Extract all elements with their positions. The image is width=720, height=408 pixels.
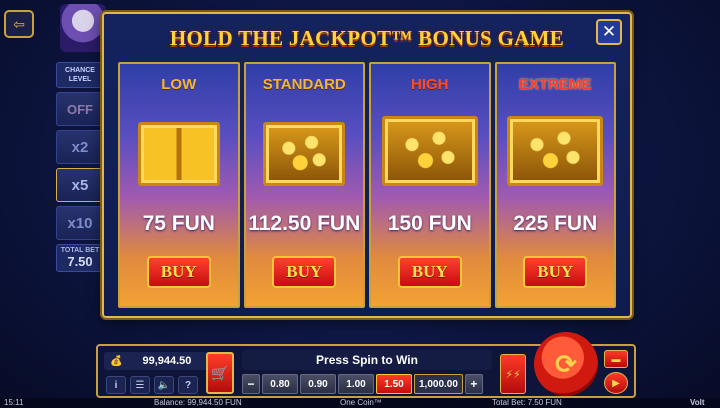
status-balance: Balance: 99,944.50 FUN <box>154 398 242 407</box>
card-label: HIGH <box>411 76 449 93</box>
treasure-chest-image <box>507 116 604 186</box>
bonus-card-high: HIGH 150 FUN BUY <box>369 62 491 308</box>
exit-button[interactable]: ⇦ <box>4 10 34 38</box>
status-game-name: One Coin™ <box>340 398 382 407</box>
game-logo <box>60 4 106 52</box>
utility-buttons: i ☰ 🔈 ? <box>106 376 198 394</box>
brand-logo: Volt <box>690 398 705 407</box>
buy-button-low[interactable]: BUY <box>146 256 211 288</box>
bet-selector: − 0.80 0.90 1.00 1.50 1,000.00 + <box>242 374 483 394</box>
chance-option-x2[interactable]: x2 <box>56 130 104 164</box>
bet-decrease-button[interactable]: − <box>242 374 260 394</box>
bet-option[interactable]: 0.90 <box>300 374 336 394</box>
bonus-card-standard: STANDARD 112.50 FUN BUY <box>243 62 365 308</box>
card-label: EXTREME <box>518 76 592 93</box>
bonus-card-low: LOW 75 FUN BUY <box>118 62 240 308</box>
card-label: STANDARD <box>262 76 346 93</box>
help-icon: ? <box>184 379 192 391</box>
bet-option[interactable]: 1,000.00 <box>414 374 463 394</box>
spin-button[interactable]: ⟳ <box>534 332 598 396</box>
buy-button-standard[interactable]: BUY <box>272 256 337 288</box>
bonus-card-extreme: EXTREME 225 FUN BUY <box>494 62 616 308</box>
total-bet-value: 7.50 <box>67 254 93 269</box>
treasure-chest-image <box>137 122 220 186</box>
total-bet-box: TOTAL BET 7.50 <box>56 244 104 272</box>
menu-icon: ☰ <box>135 379 145 391</box>
gamble-button[interactable]: ▬ <box>604 350 628 368</box>
chance-option-x10[interactable]: x10 <box>56 206 104 240</box>
total-bet-label: TOTAL BET <box>60 247 100 254</box>
chance-option-off[interactable]: OFF <box>56 92 104 126</box>
balance-value: 99,944.50 <box>142 355 192 367</box>
money-bag-icon: 💰 <box>110 355 123 367</box>
spin-arrows-icon: ⟳ <box>555 348 577 379</box>
buy-button-high[interactable]: BUY <box>397 256 462 288</box>
bet-option[interactable]: 0.80 <box>262 374 298 394</box>
menu-button[interactable]: ☰ <box>130 376 150 394</box>
clock: 15:11 <box>4 398 24 407</box>
chance-option-x5[interactable]: x5 <box>56 168 104 202</box>
status-bar: 15:11 Balance: 99,944.50 FUN One Coin™ T… <box>0 398 720 408</box>
message-display: Press Spin to Win <box>242 350 492 370</box>
card-label: LOW <box>161 76 197 93</box>
status-total-bet: Total Bet: 7.50 FUN <box>492 398 562 407</box>
exit-icon: ⇦ <box>13 15 25 32</box>
card-amount: 75 FUN <box>142 212 215 235</box>
info-button[interactable]: i <box>106 376 126 394</box>
info-icon: i <box>114 379 118 391</box>
treasure-chest-image <box>381 116 478 186</box>
speaker-icon: 🔈 <box>157 379 171 391</box>
close-button[interactable]: ✕ <box>596 19 622 45</box>
card-amount: 150 FUN <box>387 212 472 235</box>
bet-option[interactable]: 1.00 <box>338 374 374 394</box>
bonus-options: LOW 75 FUN BUY STANDARD 112.50 FUN BUY H… <box>118 62 616 308</box>
card-amount: 225 FUN <box>513 212 598 235</box>
control-bar: 💰 99,944.50 i ☰ 🔈 ? 🛒 Press Spin to Win … <box>96 332 636 398</box>
bonus-buy-modal: HOLD THE JACKPOT™ BONUS GAME ✕ LOW 75 FU… <box>102 12 632 318</box>
close-icon: ✕ <box>601 22 617 41</box>
chance-level-label: CHANCE LEVEL <box>56 62 104 88</box>
help-button[interactable]: ? <box>178 376 198 394</box>
shopping-cart-icon: 🛒 <box>211 364 229 381</box>
lightning-icon: ⚡⚡ <box>505 368 521 381</box>
chest-icon: ▬ <box>611 354 621 364</box>
card-amount: 112.50 FUN <box>248 212 361 235</box>
play-icon: ▶ <box>612 377 620 389</box>
chance-level-panel: CHANCE LEVEL OFF x2 x5 x10 TOTAL BET 7.5… <box>56 62 104 272</box>
bet-increase-button[interactable]: + <box>464 374 483 394</box>
bet-option-selected[interactable]: 1.50 <box>376 374 412 394</box>
sound-button[interactable]: 🔈 <box>154 376 174 394</box>
modal-title: HOLD THE JACKPOT™ BONUS GAME <box>169 26 565 50</box>
buy-button-extreme[interactable]: BUY <box>523 256 588 288</box>
autoplay-button[interactable]: ▶ <box>604 372 628 394</box>
turbo-button[interactable]: ⚡⚡ <box>500 354 526 394</box>
buy-bonus-button[interactable]: 🛒 <box>206 352 234 394</box>
treasure-chest-image <box>263 122 346 186</box>
